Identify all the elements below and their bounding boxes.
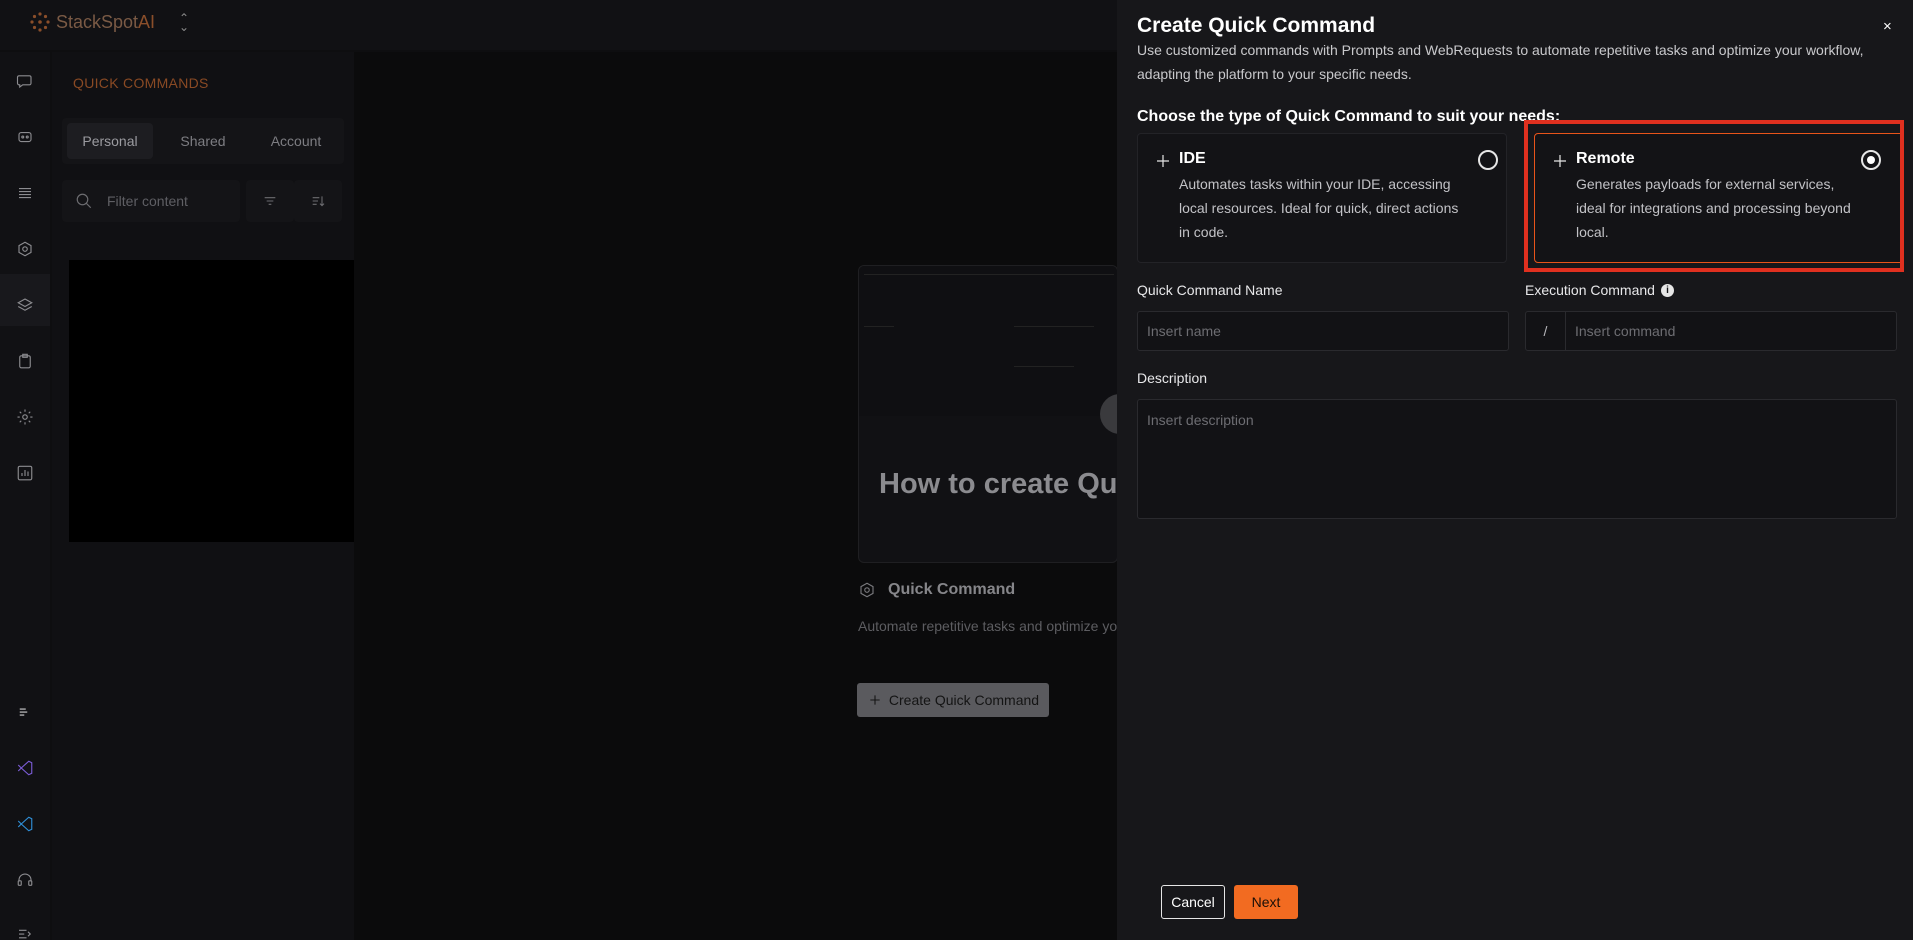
cancel-button[interactable]: Cancel: [1161, 885, 1225, 919]
exec-prefix: /: [1526, 312, 1566, 350]
exec-placeholder: Insert command: [1575, 323, 1676, 339]
brand-name-text: StackSpot: [56, 11, 139, 32]
video-title: How to create Quick Commands?: [879, 468, 1118, 500]
video-thumbnail: [859, 266, 1117, 416]
brand-name: StackSpotAI: [56, 12, 155, 33]
create-quick-command-label: Create Quick Command: [888, 692, 1040, 708]
quick-command-heading: Quick Command: [858, 581, 1015, 599]
clipboard-icon[interactable]: [13, 349, 37, 373]
knowledge-icon[interactable]: [13, 181, 37, 205]
left-nav-rail: [0, 52, 50, 940]
name-input[interactable]: Insert name: [1137, 311, 1509, 351]
description-textarea[interactable]: Insert description: [1137, 399, 1897, 519]
jetbrains-icon[interactable]: [13, 700, 37, 724]
tab-personal[interactable]: Personal: [67, 123, 153, 159]
sort-icon: [312, 196, 325, 207]
exec-label-text: Execution Command: [1525, 282, 1655, 298]
close-icon[interactable]: ×: [1883, 18, 1892, 35]
scope-tabs: Personal Shared Account: [62, 118, 344, 164]
filter-icon: [264, 197, 276, 205]
type-desc-ide: Automates tasks within your IDE, accessi…: [1179, 176, 1459, 240]
create-quick-command-drawer: Create Quick Command × Use customized co…: [1117, 0, 1913, 940]
radio-ide[interactable]: [1478, 150, 1498, 170]
panel-title: QUICK COMMANDS: [73, 75, 209, 91]
description-placeholder: Insert description: [1147, 412, 1254, 428]
selection-highlight-box: [1524, 120, 1904, 272]
app-root: StackSpotAI ⌃ ⌄ QUICK COMMANDS Personal …: [0, 0, 1913, 940]
tutorial-video-card[interactable]: How to create Quick Commands?: [858, 265, 1118, 563]
brand-logo[interactable]: StackSpotAI: [28, 10, 155, 34]
visual-studio-icon[interactable]: [13, 756, 37, 780]
drawer-subtitle: Use customized commands with Prompts and…: [1137, 42, 1864, 82]
quick-command-heading-text: Quick Command: [888, 581, 1016, 598]
agent-icon[interactable]: [13, 125, 37, 149]
filter-input[interactable]: Filter content: [62, 180, 240, 222]
vscode-icon[interactable]: [13, 812, 37, 836]
type-choose-label: Choose the type of Quick Command to suit…: [1137, 108, 1561, 125]
drawer-title: Create Quick Command: [1137, 14, 1376, 37]
search-icon: [76, 193, 92, 209]
next-button[interactable]: Next: [1234, 885, 1298, 919]
create-quick-command-button[interactable]: Create Quick Command: [857, 683, 1049, 717]
quick-commands-icon[interactable]: [13, 237, 37, 261]
info-icon[interactable]: i: [1660, 283, 1674, 297]
description-label: Description: [1137, 370, 1207, 386]
tab-account[interactable]: Account: [253, 123, 339, 159]
quick-command-description: Automate repetitive tasks and optimize y…: [858, 618, 1118, 634]
description-label-text: Description: [1137, 370, 1208, 386]
workspace-switcher-icon[interactable]: ⌃ ⌄: [178, 12, 190, 33]
plus-icon: [1154, 152, 1172, 170]
support-icon[interactable]: [13, 868, 37, 892]
name-label-text: Quick Command Name: [1137, 282, 1283, 298]
settings-icon[interactable]: [13, 405, 37, 429]
exec-command-input[interactable]: / Insert command: [1525, 311, 1897, 351]
stackspot-logo-icon: [30, 12, 50, 32]
chat-icon[interactable]: [13, 69, 37, 93]
name-placeholder: Insert name: [1147, 323, 1221, 339]
analytics-icon[interactable]: [13, 461, 37, 485]
type-name-ide: IDE: [1179, 150, 1206, 167]
tab-shared[interactable]: Shared: [160, 123, 246, 159]
quick-commands-panel: QUICK COMMANDS Personal Shared Account F…: [52, 52, 361, 940]
collapse-icon[interactable]: [13, 922, 37, 940]
name-label: Quick Command Name: [1137, 282, 1283, 298]
type-card-ide[interactable]: IDE Automates tasks within your IDE, acc…: [1137, 133, 1507, 263]
plus-icon: [870, 695, 880, 705]
brand-suffix: AI: [138, 11, 156, 32]
filter-button[interactable]: [246, 180, 294, 222]
sort-button[interactable]: [294, 180, 342, 222]
quick-commands-icon: [860, 582, 874, 598]
stacks-icon[interactable]: [13, 293, 37, 317]
filter-placeholder: Filter content: [107, 193, 188, 209]
exec-label: Execution Command i: [1525, 282, 1674, 298]
list-content-area: [69, 260, 361, 542]
